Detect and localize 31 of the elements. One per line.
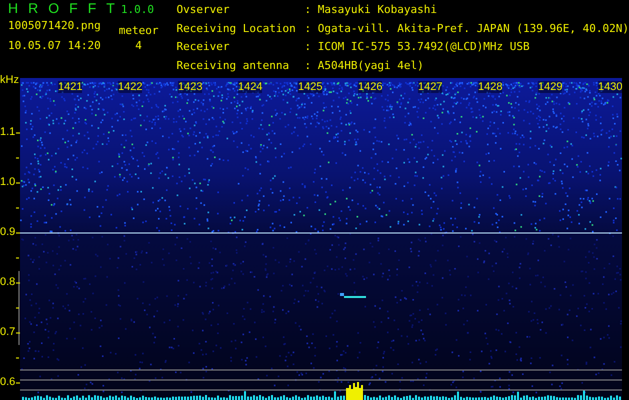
meteor-label: meteor [118, 25, 158, 37]
version-label: 1.0.0 [120, 4, 154, 16]
frequency-tick-label: 1.1 [0, 126, 16, 138]
frequency-tick-label: 0.9 [0, 226, 16, 238]
date-time: 10.05.07 14:20 [8, 40, 101, 52]
info-value: : Masayuki Kobayashi [304, 4, 438, 18]
time-tick-label: 1422 [118, 81, 142, 93]
frequency-tick-label: 0.8 [0, 276, 16, 288]
info-label: Receiving Location [176, 22, 297, 36]
info-label: Ovserver [176, 4, 230, 18]
time-tick-label: 1430 [598, 81, 622, 93]
time-tick-label: 1429 [538, 81, 562, 93]
frequency-tick-label: 1.0 [0, 176, 16, 188]
frequency-tick-label: 0.6 [0, 376, 16, 388]
time-tick-label: 1427 [418, 81, 442, 93]
app-title: H R O F F T [8, 2, 115, 14]
time-tick-label: 1428 [478, 81, 502, 93]
frequency-unit: kHz [0, 74, 19, 86]
time-tick-label: 1424 [238, 81, 262, 93]
meteor-count: 4 [135, 40, 142, 52]
info-value: : A504HB(yagi 4el) [304, 60, 425, 74]
time-tick-label: 1425 [298, 81, 322, 93]
file-name: 1005071420.png [8, 20, 101, 32]
info-label: Receiver [176, 41, 230, 55]
time-tick-label: 1421 [58, 81, 82, 93]
frequency-tick-label: 0.7 [0, 326, 16, 338]
info-label: Receiving antenna [176, 60, 290, 74]
time-tick-label: 1426 [358, 81, 382, 93]
info-value: : Ogata-vill. Akita-Pref. JAPAN (139.96E, 40.02N) [304, 22, 629, 36]
info-value: : ICOM IC-575 53.7492(@LCD)MHz USB [304, 41, 531, 55]
time-tick-label: 1423 [178, 81, 202, 93]
